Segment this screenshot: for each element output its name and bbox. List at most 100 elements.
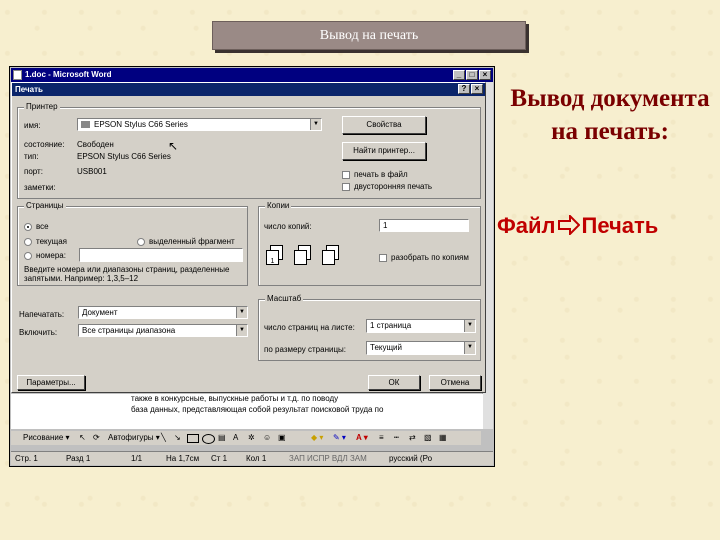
diagram-icon[interactable]: ✲ xyxy=(248,431,255,445)
maximize-button[interactable]: □ xyxy=(466,70,478,80)
copies-count-label: число копий: xyxy=(264,222,312,231)
3d-icon[interactable]: ▦ xyxy=(439,431,447,445)
scale-label: по размеру страницы: xyxy=(264,345,347,354)
side-heading: Вывод документа на печать: xyxy=(510,85,710,145)
collate-label: разобрать по копиям xyxy=(391,253,469,262)
draw-menu-button[interactable]: Рисование ▾ xyxy=(23,431,70,445)
printer-status-label: состояние: xyxy=(24,140,65,149)
dash-style-icon[interactable]: ┅ xyxy=(394,431,399,445)
status-modes: ЗАП ИСПР ВДЛ ЗАМ xyxy=(289,454,367,463)
menu-path-file: Файл xyxy=(497,213,556,238)
dialog-close-button[interactable]: × xyxy=(471,84,483,94)
collate-page-icon: 1 xyxy=(266,250,279,265)
cancel-button[interactable]: Отмена xyxy=(429,375,481,390)
status-pages: 1/1 xyxy=(131,454,143,463)
word-app-icon xyxy=(13,70,22,80)
rectangle-icon[interactable] xyxy=(187,434,199,443)
find-printer-button[interactable]: Найти принтер... xyxy=(342,142,426,160)
pages-selection-label: выделенный фрагмент xyxy=(149,237,235,246)
line-style-icon[interactable]: ≡ xyxy=(379,431,384,445)
line-icon[interactable]: ╲ xyxy=(161,431,166,445)
pages-hint: Введите номера или диапазоны страниц, ра… xyxy=(24,265,230,283)
printer-comment-label: заметки: xyxy=(24,183,56,192)
autoshapes-menu-button[interactable]: Автофигуры ▾ xyxy=(108,431,160,445)
status-line: Ст 1 xyxy=(211,454,228,463)
clipart-icon[interactable]: ☺ xyxy=(263,431,271,445)
menu-path: Файл Печать xyxy=(497,213,715,239)
scale-select[interactable]: Текущий ▼ xyxy=(366,341,476,355)
pages-selection-radio[interactable] xyxy=(137,238,145,246)
free-rotate-icon[interactable]: ⟳ xyxy=(93,431,100,445)
document-line: также в конкурсные, выпускные работы и т… xyxy=(131,394,339,403)
status-position: На 1,7см xyxy=(166,454,200,463)
duplex-label: двусторонняя печать xyxy=(354,182,433,191)
close-button[interactable]: × xyxy=(479,70,491,80)
arrow-icon[interactable]: ↘ xyxy=(174,431,181,445)
print-dialog: Печать ? × Принтер имя: EPSON Stylus C66… xyxy=(11,82,486,393)
printer-type-value: EPSON Stylus C66 Series xyxy=(77,152,171,161)
print-to-file-label: печать в файл xyxy=(354,170,408,179)
print-what-select[interactable]: Документ ▼ xyxy=(78,306,248,319)
collate-checkbox[interactable] xyxy=(379,254,387,262)
drawing-toolbar: Рисование ▾ ↖ ⟳ Автофигуры ▾ ╲ ↘ ▤ A ✲ ☺… xyxy=(11,431,481,445)
word-titlebar: 1.doc - Microsoft Word _ □ × xyxy=(11,68,493,82)
status-page: Стр. 1 xyxy=(15,454,38,463)
mouse-cursor-icon: ↖ xyxy=(168,139,179,153)
textbox-icon[interactable]: ▤ xyxy=(218,431,226,445)
minimize-button[interactable]: _ xyxy=(453,70,465,80)
chevron-down-icon[interactable]: ▼ xyxy=(236,307,247,318)
pages-all-radio[interactable] xyxy=(24,223,32,231)
arrow-right-icon xyxy=(557,213,580,239)
chevron-down-icon[interactable]: ▼ xyxy=(310,119,321,130)
pages-numbers-label: номера: xyxy=(36,251,66,260)
printer-port-label: порт: xyxy=(24,167,43,176)
pages-per-sheet-label: число страниц на листе: xyxy=(264,323,355,332)
picture-icon[interactable]: ▣ xyxy=(278,431,286,445)
include-select[interactable]: Все страницы диапазона ▼ xyxy=(78,324,248,337)
copies-group: Копии xyxy=(258,201,481,286)
select-objects-icon[interactable]: ↖ xyxy=(79,431,86,445)
print-dialog-title: Печать xyxy=(15,85,43,94)
options-button[interactable]: Параметры... xyxy=(17,375,85,390)
wordart-icon[interactable]: A xyxy=(233,431,238,445)
printer-group-label: Принтер xyxy=(24,102,60,111)
printer-port-value: USB001 xyxy=(77,167,107,176)
include-label: Включить: xyxy=(19,328,58,337)
ok-button[interactable]: ОК xyxy=(368,375,420,390)
duplex-checkbox[interactable] xyxy=(342,183,350,191)
chevron-down-icon[interactable]: ▼ xyxy=(464,342,475,354)
chevron-down-icon[interactable]: ▼ xyxy=(236,325,247,336)
copies-group-label: Копии xyxy=(265,201,292,210)
printer-name-label: имя: xyxy=(24,121,41,130)
slide-title: Вывод на печать xyxy=(212,21,526,50)
pages-numbers-input[interactable] xyxy=(79,248,243,262)
print-to-file-checkbox[interactable] xyxy=(342,171,350,179)
shadow-icon[interactable]: ▧ xyxy=(424,431,432,445)
pages-numbers-radio[interactable] xyxy=(24,252,32,260)
scale-value: Текущий xyxy=(370,343,402,352)
copies-count-input[interactable]: 1 xyxy=(379,219,469,232)
printer-properties-button[interactable]: Свойства xyxy=(342,116,426,134)
pages-current-radio[interactable] xyxy=(24,238,32,246)
include-value: Все страницы диапазона xyxy=(82,326,176,335)
pages-current-label: текущая xyxy=(36,237,67,246)
pages-per-sheet-select[interactable]: 1 страница ▼ xyxy=(366,319,476,333)
font-color-icon[interactable]: A ▾ xyxy=(356,431,368,445)
fill-color-icon[interactable]: ◆ ▾ xyxy=(311,431,323,445)
oval-icon[interactable] xyxy=(202,434,215,444)
print-what-label: Напечатать: xyxy=(19,310,65,319)
line-color-icon[interactable]: ✎ ▾ xyxy=(333,431,346,445)
printer-icon xyxy=(81,121,90,128)
printer-name-value: EPSON Stylus C66 Series xyxy=(94,120,188,129)
pages-per-sheet-value: 1 страница xyxy=(370,321,412,330)
help-button[interactable]: ? xyxy=(458,84,470,94)
chevron-down-icon[interactable]: ▼ xyxy=(464,320,475,332)
status-column: Кол 1 xyxy=(246,454,267,463)
printer-name-select[interactable]: EPSON Stylus C66 Series ▼ xyxy=(77,118,322,131)
arrow-style-icon[interactable]: ⇄ xyxy=(409,431,416,445)
document-area[interactable]: также в конкурсные, выпускные работы и т… xyxy=(11,394,483,429)
print-dialog-titlebar: Печать ? × xyxy=(12,83,485,96)
printer-type-label: тип: xyxy=(24,152,39,161)
document-line: база данных, представляющая собой резуль… xyxy=(131,405,384,414)
word-window-title: 1.doc - Microsoft Word xyxy=(25,70,112,79)
